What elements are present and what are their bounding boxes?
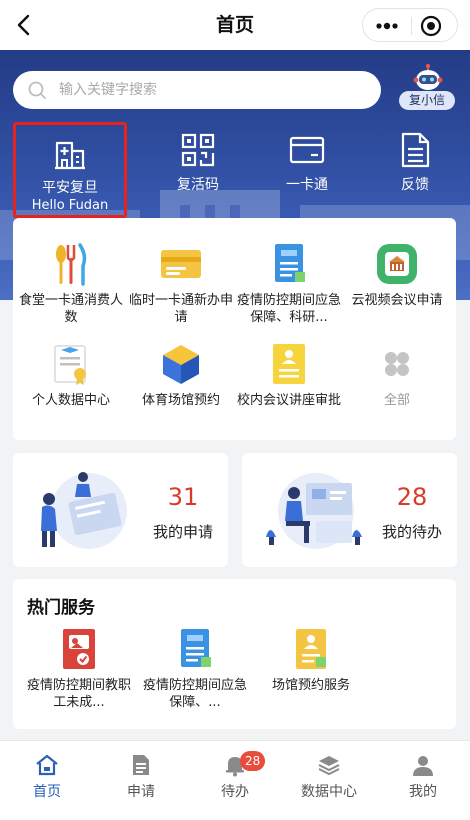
layers-icon: [318, 756, 340, 776]
bottom-tab-bar: 首页 申请 28 待办 数据中心 我的: [0, 740, 470, 820]
quick-action-label: 一卡通: [286, 177, 328, 193]
all-grid-icon: [385, 352, 409, 376]
hot-service-item[interactable]: 场馆预约服务: [253, 627, 369, 694]
hospital-building-icon: [55, 141, 85, 170]
red-report-icon: [63, 629, 95, 669]
epidemic-doc-icon: [181, 629, 211, 667]
hot-service-label: 疫情防控期间教职工未成...: [26, 678, 131, 710]
service-label: 全部: [383, 393, 410, 408]
service-label: 食堂一卡通消费人数: [19, 293, 124, 325]
todo-badge: 28: [240, 751, 266, 771]
service-item[interactable]: 临时一卡通新办申请: [127, 242, 235, 326]
hot-service-item[interactable]: 疫情防控期间应急保障、...: [137, 627, 253, 711]
search-placeholder: 输入关键字搜索: [59, 82, 157, 98]
epidemic-doc-icon: [275, 244, 305, 282]
service-label: 体育场馆预约: [141, 393, 220, 408]
tab-label: 首页: [33, 784, 61, 800]
more-dots-icon[interactable]: [373, 17, 401, 35]
service-label: 临时一卡通新办申请: [129, 293, 234, 325]
certificate-icon: [54, 345, 86, 385]
todos-label: 我的待办: [381, 523, 442, 541]
meeting-approval-icon: [273, 344, 305, 384]
stadium-cube-icon: [163, 345, 199, 384]
applications-label: 我的申请: [152, 523, 213, 541]
search-bar[interactable]: 输入关键字搜索: [13, 71, 381, 109]
quick-action-safe-fudan[interactable]: 平安复旦 Hello Fudan: [13, 122, 127, 218]
quick-action-feedback[interactable]: 反馈: [365, 122, 465, 218]
service-item[interactable]: 个人数据中心: [17, 342, 125, 409]
service-all-item[interactable]: 全部: [343, 342, 451, 409]
hot-services-card: 热门服务 疫情防控期间教职工未成... 疫情防控期间应急保障、... 场馆预约服…: [13, 579, 456, 729]
service-label: 云视频会议申请: [351, 293, 443, 308]
quick-action-sublabel: Hello Fudan: [31, 198, 109, 213]
hot-service-label: 疫情防控期间应急保障、...: [142, 678, 247, 710]
quick-action-campus-card[interactable]: 一卡通: [257, 122, 357, 218]
service-label: 校内会议讲座审批: [237, 393, 342, 408]
tab-label: 待办: [221, 784, 249, 800]
robot-assistant-icon: [413, 64, 443, 90]
tab-label: 我的: [409, 784, 437, 800]
quick-action-health-code[interactable]: 复活码: [148, 122, 248, 218]
tab-data-center[interactable]: 数据中心: [282, 741, 376, 820]
quick-action-label: 反馈: [401, 177, 429, 193]
mini-program-capsule: [362, 8, 458, 42]
tab-mine[interactable]: 我的: [376, 741, 470, 820]
hot-service-item[interactable]: 疫情防控期间教职工未成...: [21, 627, 137, 711]
tab-label: 申请: [127, 784, 155, 800]
apply-doc-icon: [133, 755, 149, 775]
cutlery-icon: [56, 243, 87, 286]
home-icon: [36, 754, 58, 776]
venue-doc-icon: [296, 629, 326, 669]
todos-illustration: [266, 473, 362, 549]
hot-service-label: 场馆预约服务: [271, 678, 350, 693]
service-label: 个人数据中心: [31, 393, 110, 408]
search-icon: [28, 81, 46, 99]
applications-count: 31: [167, 483, 199, 511]
assistant-bot-button[interactable]: 复小信: [397, 64, 459, 112]
service-label: 疫情防控期间应急保障、科研...: [237, 293, 342, 325]
service-item[interactable]: 体育场馆预约: [127, 342, 235, 409]
service-item[interactable]: 食堂一卡通消费人数: [17, 242, 125, 326]
tab-label: 数据中心: [301, 784, 357, 800]
my-applications-card[interactable]: 31 我的申请: [13, 453, 228, 567]
todos-count: 28: [396, 483, 428, 511]
service-grid-card: 食堂一卡通消费人数 临时一卡通新办申请 疫情防控期间应急保障、科研... 云视频…: [13, 218, 456, 440]
hot-services-title: 热门服务: [27, 598, 95, 618]
applications-illustration: [41, 472, 127, 549]
person-icon: [413, 756, 433, 776]
quick-action-label: 复活码: [177, 177, 219, 193]
tab-apply[interactable]: 申请: [94, 741, 188, 820]
service-item[interactable]: 云视频会议申请: [343, 242, 451, 309]
qr-code-icon: [181, 133, 215, 167]
assistant-label: 复小信: [399, 91, 455, 110]
video-meeting-icon: [377, 244, 417, 284]
card-icon: [289, 136, 325, 164]
tab-home[interactable]: 首页: [0, 741, 94, 820]
my-todos-card[interactable]: 28 我的待办: [242, 453, 457, 567]
close-target-icon[interactable]: [420, 15, 442, 37]
top-navbar: 首页: [0, 0, 470, 50]
document-icon: [401, 132, 430, 168]
tab-todo[interactable]: 28 待办: [188, 741, 282, 820]
quick-action-label: 平安复旦: [42, 180, 98, 196]
capsule-divider: [411, 17, 412, 35]
service-item[interactable]: 疫情防控期间应急保障、科研...: [235, 242, 343, 326]
temp-card-icon: [161, 250, 201, 278]
service-item[interactable]: 校内会议讲座审批: [235, 342, 343, 409]
